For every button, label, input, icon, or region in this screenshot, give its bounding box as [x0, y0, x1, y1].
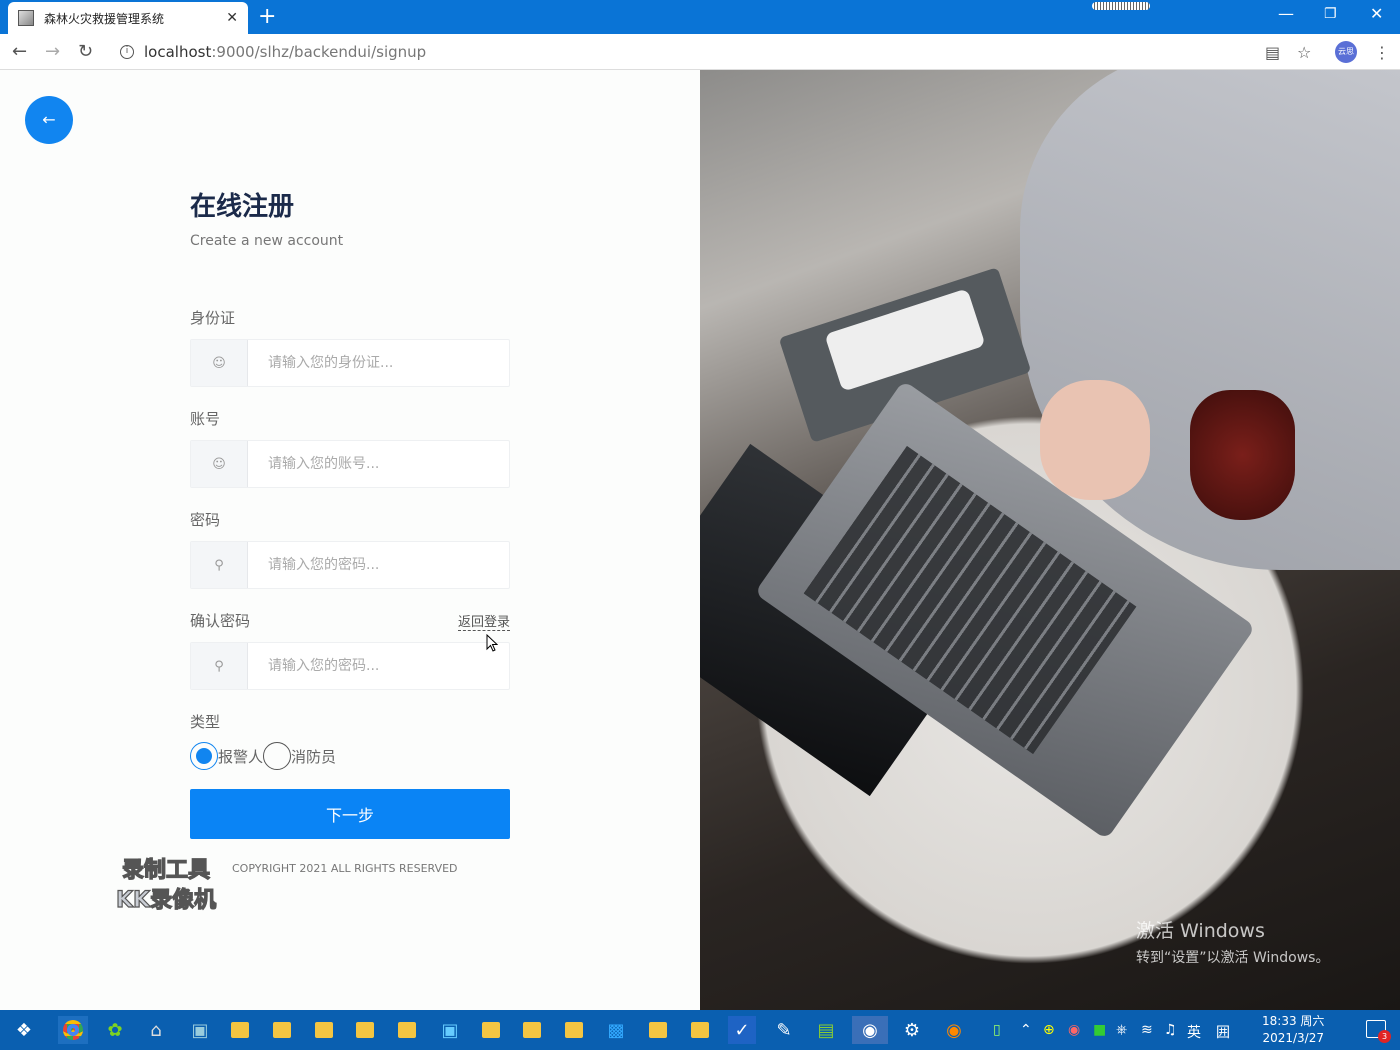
folder-icon[interactable] [686, 1016, 714, 1044]
arrow-left-icon: ← [42, 110, 56, 129]
back-nav-icon[interactable]: ← [12, 41, 27, 62]
browser-toolbar: ← → ↻ i localhost:9000/slhz/backendui/si… [0, 34, 1400, 70]
translate-icon[interactable]: ▤ [1265, 43, 1280, 62]
minimize-icon[interactable]: — [1278, 4, 1294, 23]
browser-title-bar: 森林火灾救援管理系统 ✕ + — ❐ ✕ [0, 0, 1400, 34]
folder-icon[interactable] [393, 1016, 421, 1044]
power-plug-icon[interactable]: ⎈ [1116, 1022, 1127, 1038]
user-icon: ☺ [191, 441, 248, 487]
account-field-group: ☺ [190, 440, 510, 488]
mouse-cursor-icon [486, 634, 498, 652]
favicon-icon [18, 10, 34, 26]
network-app-icon[interactable]: ⌂ [142, 1016, 170, 1044]
confirm-password-input[interactable] [248, 643, 509, 689]
close-window-icon[interactable]: ✕ [1370, 4, 1383, 23]
new-tab-button[interactable]: + [258, 4, 276, 29]
id-label: 身份证 [190, 309, 236, 327]
id-input[interactable] [248, 340, 509, 386]
menu-kebab-icon[interactable]: ⋮ [1374, 43, 1390, 62]
windows-activation-notice: 激活 Windows 转到“设置”以激活 Windows。 [1136, 920, 1330, 966]
leaf-app-icon[interactable]: ✿ [101, 1016, 129, 1044]
page-subtitle: Create a new account [190, 233, 344, 249]
ime-language[interactable]: 英 [1187, 1022, 1201, 1042]
folder-icon[interactable] [477, 1016, 505, 1044]
folder-icon[interactable] [310, 1016, 338, 1044]
volume-icon[interactable]: ♫ [1164, 1022, 1177, 1038]
signup-panel: ← 在线注册 Create a new account 身份证 ☺ 账号 ☺ 密… [0, 70, 700, 1010]
cube-app-icon[interactable]: ▣ [436, 1016, 464, 1044]
back-to-login-link[interactable]: 返回登录 [458, 611, 511, 631]
system-clock[interactable]: 18:33 周六 2021/3/27 [1262, 1013, 1324, 1047]
recorder-watermark: 录制工具 KK录像机 [115, 857, 217, 913]
radio-firefighter-label[interactable]: 消防员 [291, 746, 336, 767]
notification-badge: 3 [1378, 1030, 1391, 1043]
next-step-button[interactable]: 下一步 [190, 789, 510, 839]
hero-photo: 激活 Windows 转到“设置”以激活 Windows。 [700, 70, 1400, 1010]
site-info-icon[interactable]: i [120, 45, 134, 59]
reload-icon[interactable]: ↻ [78, 41, 93, 62]
battery-icon[interactable]: ▯ [993, 1022, 1001, 1038]
password-field-group: ⚲ [190, 541, 510, 589]
windows-start-icon[interactable]: ❖ [10, 1016, 38, 1044]
password-input[interactable] [248, 542, 509, 588]
account-label: 账号 [190, 410, 221, 428]
id-field-group: ☺ [190, 339, 510, 387]
back-button[interactable]: ← [25, 96, 73, 144]
forward-nav-icon[interactable]: → [45, 41, 60, 62]
confirm-password-field-group: ⚲ [190, 642, 510, 690]
key-icon: ⚲ [191, 542, 248, 588]
remote-desktop-icon[interactable]: ▣ [186, 1016, 214, 1044]
tray-expand-icon[interactable]: ⌃ [1020, 1022, 1032, 1038]
media-meter [1092, 2, 1150, 10]
chrome-icon[interactable] [58, 1016, 88, 1044]
radio-reporter[interactable] [190, 742, 218, 770]
wifi-icon[interactable]: ≋ [1141, 1022, 1153, 1038]
folder-icon[interactable] [560, 1016, 588, 1044]
user-icon: ☺ [191, 340, 248, 386]
vs-code-icon[interactable]: ✓ [728, 1016, 756, 1044]
notification-icon[interactable]: 3 [1366, 1020, 1391, 1043]
restore-icon[interactable]: ❐ [1324, 6, 1337, 22]
recorder-app-icon[interactable]: ◉ [852, 1016, 888, 1044]
monitor-app-icon[interactable]: ▩ [602, 1016, 630, 1044]
windows-taskbar: ❖ ✿ ⌂ ▣ ▣ ▩ ✓ ✎ ▤ ◉ ⚙ ◉ ▯ ⌃ ⊕ ◉ ■ ⎈ ≋ ♫ … [0, 1010, 1400, 1050]
flag-tray-icon[interactable]: ◉ [1068, 1022, 1080, 1038]
browser-tab[interactable]: 森林火灾救援管理系统 ✕ [8, 2, 248, 34]
page-title: 在线注册 [190, 192, 295, 222]
copyright-text: COPYRIGHT 2021 ALL RIGHTS RESERVED [232, 862, 458, 875]
settings-gear-icon[interactable]: ⚙ [898, 1016, 926, 1044]
address-bar[interactable]: i localhost:9000/slhz/backendui/signup [112, 38, 1292, 66]
url-text: localhost:9000/slhz/backendui/signup [144, 43, 427, 61]
pen-app-icon[interactable]: ✎ [770, 1016, 798, 1044]
radio-reporter-label[interactable]: 报警人 [218, 746, 263, 767]
bug-app-icon[interactable]: ◉ [940, 1016, 968, 1044]
close-tab-icon[interactable]: ✕ [226, 10, 238, 26]
radio-firefighter[interactable] [263, 742, 292, 770]
bookmark-star-icon[interactable]: ☆ [1297, 43, 1311, 62]
profile-avatar[interactable]: 云思 [1335, 41, 1357, 63]
tab-title: 森林火灾救援管理系统 [44, 11, 165, 26]
confirm-password-label: 确认密码 [190, 612, 251, 630]
type-label: 类型 [190, 713, 221, 731]
type-radio-group: 报警人 消防员 [190, 742, 336, 770]
plus-tray-icon[interactable]: ⊕ [1043, 1022, 1055, 1038]
account-input[interactable] [248, 441, 509, 487]
key-icon: ⚲ [191, 643, 248, 689]
ime-mode[interactable]: 囲 [1216, 1022, 1230, 1042]
chart-app-icon[interactable]: ▤ [812, 1016, 840, 1044]
page-content: ← 在线注册 Create a new account 身份证 ☺ 账号 ☺ 密… [0, 70, 1400, 1010]
folder-icon[interactable] [268, 1016, 296, 1044]
folder-icon[interactable] [644, 1016, 672, 1044]
folder-icon[interactable] [518, 1016, 546, 1044]
password-label: 密码 [190, 511, 221, 529]
folder-icon[interactable] [351, 1016, 379, 1044]
app-tray-icon[interactable]: ■ [1093, 1022, 1106, 1038]
folder-icon[interactable] [226, 1016, 254, 1044]
